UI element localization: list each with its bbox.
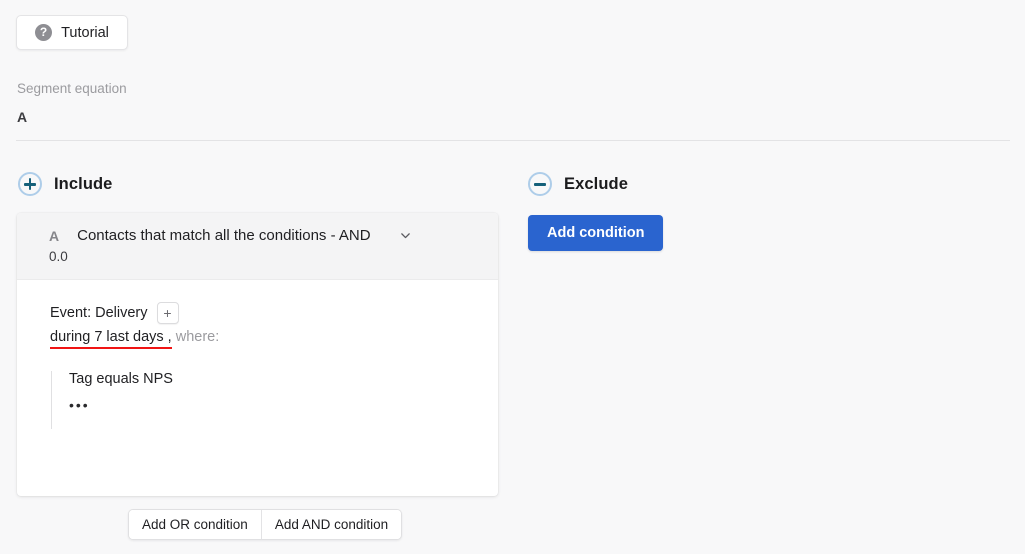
segment-equation-label: Segment equation: [17, 81, 127, 96]
plus-circle-icon[interactable]: [18, 172, 42, 196]
plus-icon[interactable]: +: [156, 302, 179, 324]
condition-letter: A: [49, 227, 60, 244]
add-and-condition-button[interactable]: Add AND condition: [261, 510, 402, 539]
exclude-title: Exclude: [564, 174, 628, 193]
chevron-down-icon[interactable]: [399, 229, 412, 242]
condition-button-group: Add OR condition Add AND condition: [128, 509, 403, 540]
question-mark-circle-icon: ?: [35, 24, 53, 41]
condition-card-body: Event: Delivery + during 7 last days , w…: [17, 280, 498, 429]
timeframe-row: during 7 last days , where:: [50, 329, 498, 349]
include-condition-card: A Contacts that match all the conditions…: [17, 213, 498, 496]
nested-condition-text[interactable]: Tag equals NPS: [69, 371, 498, 387]
event-row: Event: Delivery +: [50, 302, 498, 324]
include-title: Include: [54, 174, 113, 193]
nested-condition-group: Tag equals NPS •••: [51, 371, 498, 429]
where-label: where:: [175, 329, 220, 345]
exclude-add-condition-button[interactable]: Add condition: [528, 215, 664, 251]
tutorial-button-label: Tutorial: [61, 24, 109, 41]
horizontal-divider: [16, 140, 1010, 141]
include-section-header: Include: [18, 172, 112, 196]
condition-score: 0.0: [49, 249, 68, 264]
more-options-icon[interactable]: •••: [69, 398, 498, 412]
minus-circle-icon[interactable]: [528, 172, 552, 196]
exclude-section-header: Exclude: [528, 172, 628, 196]
event-label[interactable]: Event: Delivery: [50, 305, 148, 321]
timeframe-value[interactable]: during 7 last days ,: [50, 329, 172, 349]
condition-match-text: Contacts that match all the conditions -…: [77, 227, 371, 244]
tutorial-button[interactable]: ? Tutorial: [16, 15, 128, 50]
segment-equation-value: A: [17, 109, 28, 125]
add-or-condition-button[interactable]: Add OR condition: [129, 510, 262, 539]
condition-card-header[interactable]: A Contacts that match all the conditions…: [17, 213, 498, 280]
